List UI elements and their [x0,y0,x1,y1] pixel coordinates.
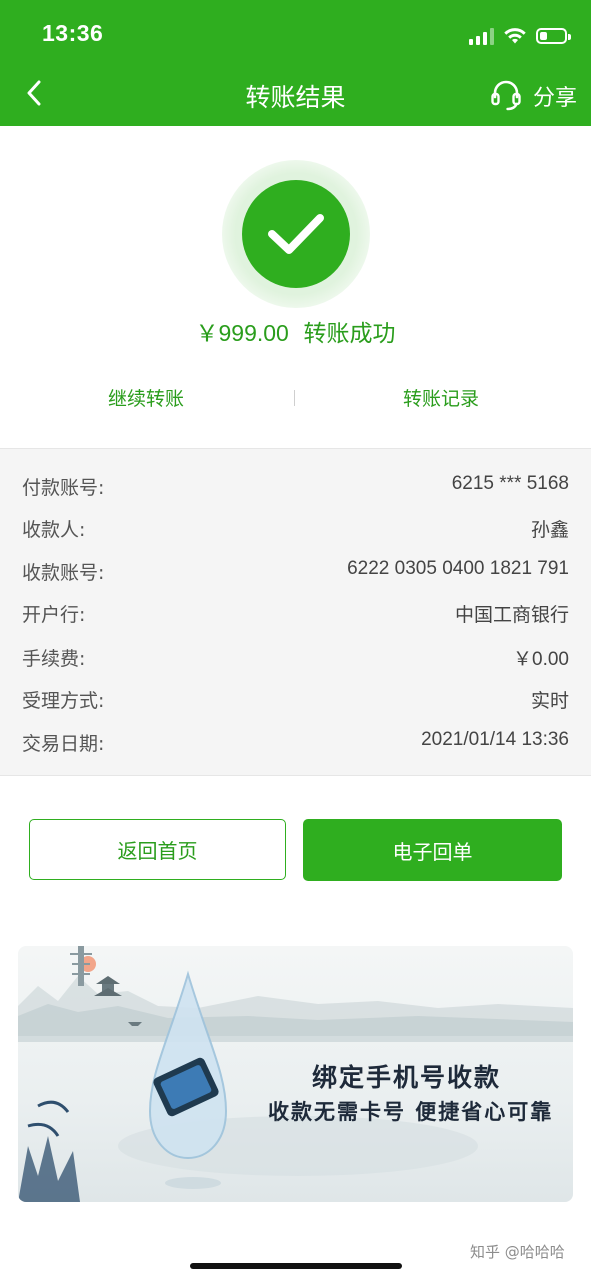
customer-service-button[interactable] [488,76,524,112]
continue-transfer-link[interactable]: 继续转账 [108,384,184,411]
headset-icon [491,80,521,111]
detail-label: 开户行: [22,604,86,626]
banner-headline: 绑定手机号收款 [312,1063,502,1092]
e-receipt-button[interactable]: 电子回单 [303,819,562,881]
detail-row-date: 交易日期: 2021/01/14 13:36 [22,729,569,759]
detail-value: 2021/01/14 13:36 [421,729,569,750]
detail-row-fee: 手续费: ￥0.00 [22,644,569,674]
status-time: 13:36 [42,20,104,46]
detail-value: 6222 0305 0400 1821 791 [347,558,569,579]
banner-subline: 收款无需卡号 便捷省心可靠 [268,1099,554,1124]
detail-label: 付款账号: [22,477,105,499]
detail-value: 实时 [530,690,569,712]
back-to-home-button[interactable]: 返回首页 [29,819,286,880]
detail-row-processing: 受理方式: 实时 [22,686,569,716]
transfer-records-link[interactable]: 转账记录 [403,384,479,411]
share-button[interactable]: 分享 [533,80,577,112]
transfer-amount: ￥999.00 [195,320,289,346]
detail-row-payee: 收款人: 孙鑫 [22,515,569,545]
detail-label: 收款人: [22,519,86,541]
detail-row-payer-account: 付款账号: 6215 *** 5168 [22,473,569,503]
detail-row-bank: 开户行: 中国工商银行 [22,600,569,630]
detail-row-payee-account: 收款账号: 6222 0305 0400 1821 791 [22,558,569,588]
wifi-icon [504,28,526,44]
transfer-status: 转账成功 [303,321,396,347]
battery-icon [536,28,571,44]
detail-label: 收款账号: [22,562,105,584]
detail-label: 手续费: [22,648,86,670]
header-bar: 13:36 转账结果 分享 [0,0,591,126]
status-icons [469,24,571,48]
transfer-details-panel: 付款账号: 6215 *** 5168 收款人: 孙鑫 收款账号: 6222 0… [0,448,591,776]
action-divider [294,390,295,406]
watermark-text: 知乎 @哈哈哈 [470,1243,565,1261]
detail-value: ￥0.00 [513,649,569,670]
detail-label: 交易日期: [22,733,105,755]
cellular-signal-icon [469,27,494,45]
detail-label: 受理方式: [22,690,105,712]
detail-value: 孙鑫 [530,519,569,541]
success-circle [242,180,350,288]
success-indicator [222,160,370,308]
detail-value: 中国工商银行 [454,604,569,626]
checkmark-icon [268,214,324,254]
home-indicator[interactable] [190,1263,402,1269]
detail-value: 6215 *** 5168 [451,473,569,494]
transfer-result-text: ￥999.00 转账成功 [0,314,591,348]
